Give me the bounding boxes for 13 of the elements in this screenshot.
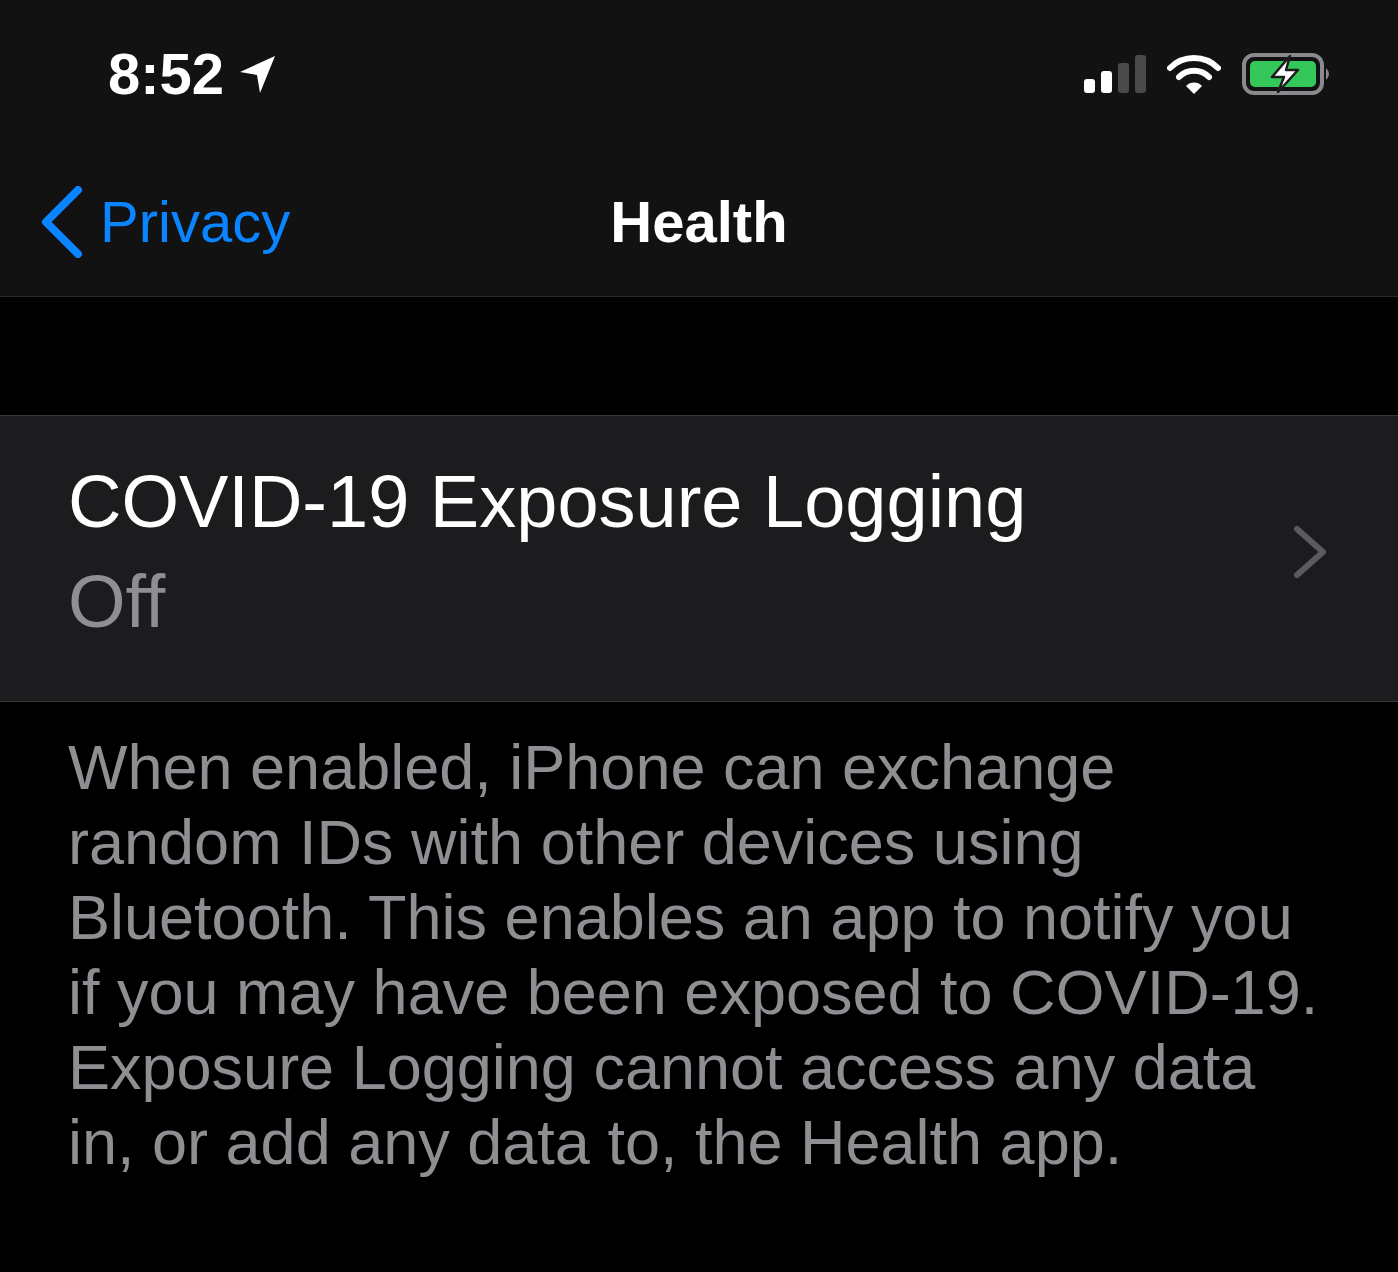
chevron-right-icon xyxy=(1292,525,1328,579)
footer-note: When enabled, iPhone can exchange random IDs with other devices using Bluetooth. This enables an app to notify you if you may have been exposed to COVID-19. Exposure Logging cannot access any data in, or add any data to, the Health app. xyxy=(67,731,1320,1179)
back-chevron-icon xyxy=(40,186,84,258)
battery-charging-icon xyxy=(1242,53,1332,95)
page-title: Health xyxy=(610,188,788,257)
row-title: COVID-19 Exposure Logging xyxy=(68,459,1027,545)
signal-icon xyxy=(1084,55,1146,93)
wifi-icon xyxy=(1167,54,1221,94)
back-button[interactable]: Privacy xyxy=(40,186,291,258)
settings-row[interactable]: COVID-19 Exposure Logging Off xyxy=(0,415,1398,702)
row-value: Off xyxy=(68,559,166,645)
status-time: 8:52 xyxy=(108,45,225,103)
location-arrow-icon xyxy=(238,54,277,94)
